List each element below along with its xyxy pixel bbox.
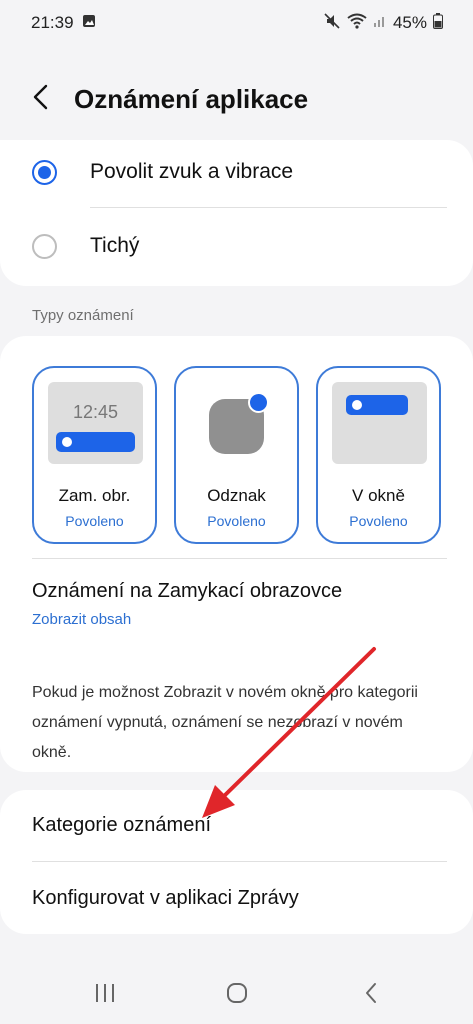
recents-button[interactable] [90, 980, 120, 1010]
tile-status-popup: Povoleno [349, 513, 408, 529]
tile-label-popup: V okně [352, 486, 405, 505]
list-item-configure[interactable]: Konfigurovat v aplikaci Zprávy [32, 887, 299, 910]
recents-icon [93, 982, 117, 1009]
radio-silent[interactable] [32, 233, 57, 259]
lock-screen-preview: 12:45 [48, 382, 143, 464]
battery-icon [433, 12, 443, 34]
gallery-icon [82, 13, 96, 33]
mute-icon [323, 12, 341, 35]
battery-text: 45% [392, 13, 427, 32]
signal-icon [373, 13, 387, 33]
tile-label-badge: Odznak [207, 486, 266, 505]
section-label-notification-types: Typy oznámení [32, 307, 134, 324]
home-button[interactable] [222, 980, 252, 1010]
notification-types-card: 12:45 Zam. obr. Povoleno Odznak Povoleno… [0, 336, 473, 772]
divider [32, 861, 447, 862]
back-button[interactable] [26, 84, 56, 114]
radio-label-allow-sound: Povolit zvuk a vibrace [90, 160, 294, 183]
status-time: 21:39 [31, 13, 74, 32]
status-right: 45% [323, 12, 443, 35]
info-text: Pokud je možnost Zobrazit v novém okně p… [32, 684, 418, 761]
lock-screen-setting-value: Zobrazit obsah [32, 611, 132, 628]
lock-screen-setting-title: Oznámení na Zamykací obrazovce [32, 580, 343, 602]
notification-pill [56, 432, 135, 452]
back-icon [363, 981, 379, 1010]
radio-row-allow-sound[interactable]: Povolit zvuk a vibrace [0, 140, 473, 204]
radio-label-silent: Tichý [90, 234, 140, 257]
divider [32, 558, 447, 559]
tile-lock-screen[interactable]: 12:45 Zam. obr. Povoleno [32, 366, 157, 544]
app-header: Oznámení aplikace [0, 70, 473, 130]
navigation-bar [0, 960, 473, 1024]
status-bar: 21:39 45% [0, 0, 473, 46]
tile-status-badge: Povoleno [207, 513, 266, 529]
sound-options-card: Povolit zvuk a vibrace Tichý [0, 140, 473, 286]
home-icon [225, 981, 249, 1010]
page-title: Oznámení aplikace [74, 84, 309, 114]
popup-preview [332, 382, 427, 464]
bottom-list-card: Kategorie oznámení Konfigurovat v aplika… [0, 790, 473, 934]
tile-status-lock-screen: Povoleno [65, 513, 124, 529]
divider [90, 207, 447, 208]
tile-badge[interactable]: Odznak Povoleno [174, 366, 299, 544]
radio-allow-sound[interactable] [32, 159, 57, 185]
badge-dot-icon [248, 392, 269, 413]
notification-pill [346, 395, 408, 415]
tile-popup[interactable]: V okně Povoleno [316, 366, 441, 544]
wifi-icon [347, 13, 367, 34]
nav-back-button[interactable] [356, 980, 386, 1010]
chevron-left-icon [32, 84, 50, 115]
status-left: 21:39 [31, 13, 96, 33]
radio-row-silent[interactable]: Tichý [0, 214, 473, 278]
list-item-categories[interactable]: Kategorie oznámení [32, 814, 211, 837]
lock-screen-preview-time: 12:45 [72, 402, 119, 422]
tile-label-lock-screen: Zam. obr. [58, 486, 131, 505]
